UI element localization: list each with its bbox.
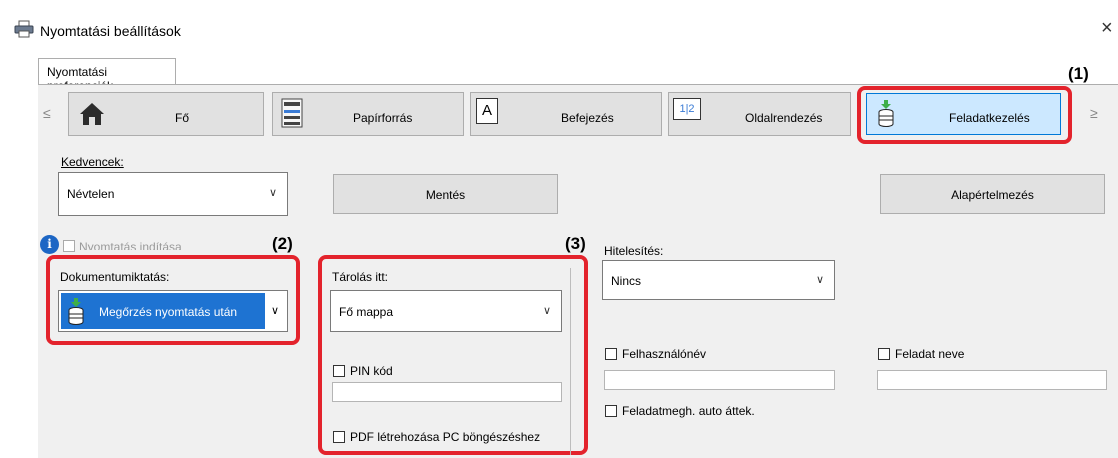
favorites-value: Névtelen — [67, 187, 115, 201]
chevron-down-icon: ∨ — [270, 305, 279, 317]
print-start-label: Nyomtatás indítása — [79, 240, 182, 250]
username-checkbox[interactable] — [605, 348, 617, 360]
jobname-label: Feladat neve — [895, 347, 965, 361]
home-icon — [79, 101, 105, 130]
retention-select[interactable]: Megőrzés nyomtatás után ∨ — [58, 290, 288, 332]
jobname-checkbox[interactable] — [878, 348, 890, 360]
chevron-down-icon: ∨ — [815, 274, 824, 286]
close-icon[interactable]: × — [1101, 17, 1113, 40]
job-handling-icon — [877, 100, 895, 131]
retention-value: Megőrzés nyomtatás után — [99, 305, 238, 319]
save-button[interactable]: Mentés — [333, 174, 558, 214]
paper-tray-icon — [279, 98, 305, 133]
callout-1: (1) — [1068, 64, 1089, 83]
nav-finishing-button[interactable]: A Befejezés — [470, 92, 662, 136]
favorites-select[interactable]: Névtelen ∨ — [58, 172, 288, 216]
pin-checkbox[interactable] — [333, 365, 345, 377]
favorites-label: Kedvencek: — [61, 155, 124, 169]
store-value: Fő mappa — [339, 305, 394, 319]
pdf-label: PDF létrehozása PC böngészéshez — [350, 430, 541, 444]
callout-box-3 — [318, 255, 588, 455]
nav-prev-button[interactable]: ≤ — [43, 105, 51, 121]
auto-review-checkbox[interactable] — [605, 405, 617, 417]
username-label: Felhasználónév — [622, 347, 707, 361]
printer-icon — [14, 20, 34, 38]
window-title: Nyomtatási beállítások — [40, 23, 181, 39]
pin-input[interactable] — [332, 382, 562, 402]
nav-paper-source-button[interactable]: Papírforrás — [272, 92, 464, 136]
layout-icon: 1|2 — [673, 98, 701, 120]
nav-label-layout: Oldalrendezés — [745, 111, 823, 125]
save-label: Mentés — [425, 188, 466, 202]
auth-select[interactable]: Nincs ∨ — [602, 260, 835, 300]
nav-main-button[interactable]: Fő — [68, 92, 264, 136]
nav-label-paper-source: Papírforrás — [353, 111, 413, 125]
username-input[interactable] — [604, 370, 835, 390]
pdf-checkbox[interactable] — [333, 431, 345, 443]
nav-label-job-handling: Feladatkezelés — [949, 111, 1030, 125]
tab-print-preferences[interactable]: Nyomtatási preferenciák — [38, 58, 176, 93]
nav-label-main: Fő — [175, 111, 190, 125]
callout-3: (3) — [565, 234, 586, 253]
chevron-down-icon: ∨ — [268, 187, 277, 199]
defaults-button[interactable]: Alapértelmezés — [880, 174, 1105, 214]
job-retention-icon — [67, 298, 85, 329]
info-icon: i — [40, 235, 59, 254]
store-label: Tárolás itt: — [332, 270, 389, 284]
separator — [570, 268, 571, 455]
chevron-down-icon: ∨ — [542, 305, 551, 317]
jobname-input[interactable] — [877, 370, 1107, 390]
pin-label: PIN kód — [350, 364, 393, 378]
nav-job-handling-button[interactable]: Feladatkezelés — [866, 93, 1061, 135]
retention-label: Dokumentumiktatás: — [60, 270, 170, 284]
store-select[interactable]: Fő mappa ∨ — [330, 290, 562, 332]
defaults-label: Alapértelmezés — [951, 188, 1034, 202]
auth-label: Hitelesítés: — [604, 244, 664, 258]
nav-next-button[interactable]: ≥ — [1090, 105, 1098, 121]
nav-layout-button[interactable]: 1|2 Oldalrendezés — [668, 92, 851, 136]
print-start-checkbox[interactable] — [63, 240, 75, 252]
nav-label-finishing: Befejezés — [561, 111, 614, 125]
callout-2: (2) — [272, 234, 293, 253]
auth-value: Nincs — [611, 274, 642, 288]
finishing-icon: A — [476, 98, 498, 124]
auto-review-label: Feladatmegh. auto áttek. — [622, 404, 755, 418]
